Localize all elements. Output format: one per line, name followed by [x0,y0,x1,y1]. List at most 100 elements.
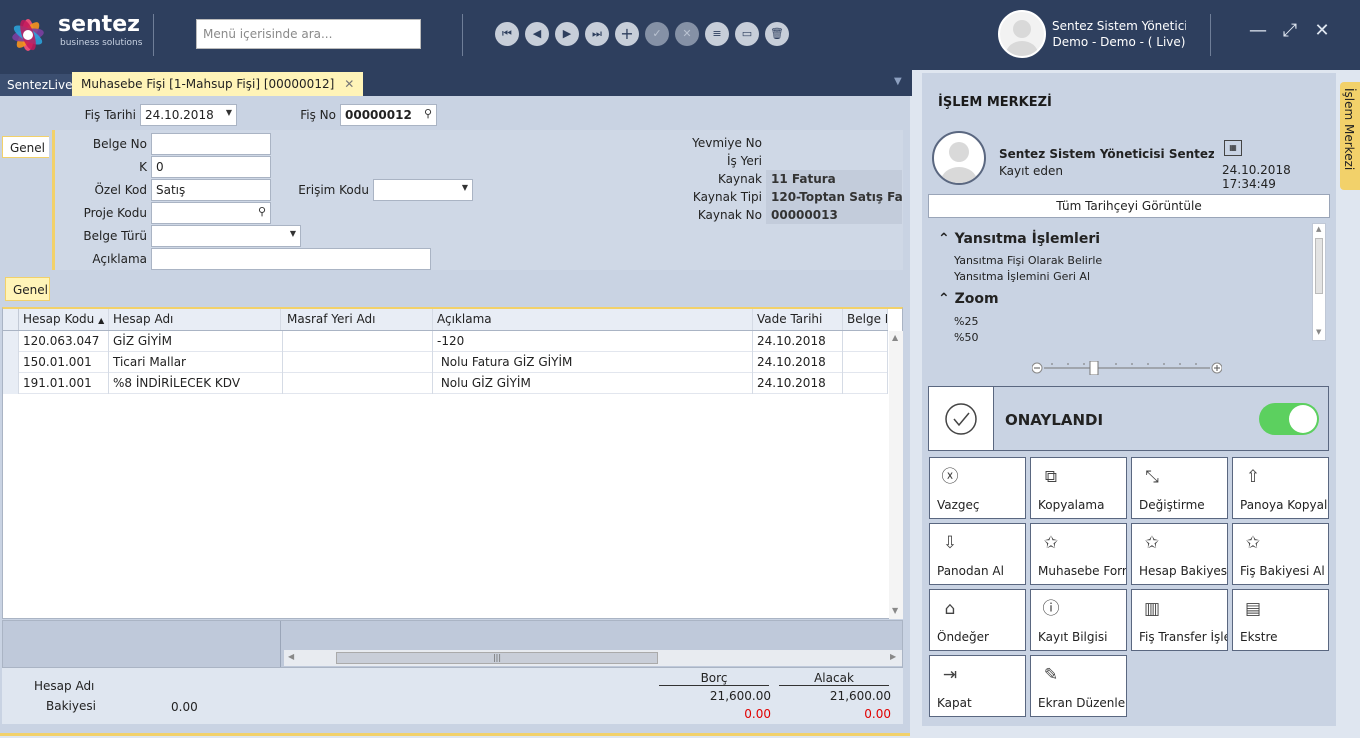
yansitma-section-header[interactable]: ⌃ Yansıtma İşlemleri [938,231,1100,247]
action-tile-fis-transfer[interactable]: ▥ Fiş Transfer İşlemleri [1131,589,1228,651]
view-full-history-button[interactable]: Tüm Tarihçeyi Görüntüle [928,194,1330,218]
cell-vade-tarihi[interactable]: 24.10.2018 [753,331,843,352]
action-tile-ekran-duzenle[interactable]: ✎ Ekran Düzenle [1030,655,1127,717]
previous-record-icon[interactable]: ◀ [525,22,549,46]
action-tile-ondeger[interactable]: ⌂ Öndeğer [929,589,1026,651]
scroll-down-icon[interactable]: ▼ [1316,328,1321,336]
add-icon[interactable]: + [615,22,639,46]
cell-masraf-yeri-adi[interactable] [283,331,433,352]
cell-hesap-adi[interactable]: %8 İNDİRİLECEK KDV [109,373,283,394]
fis-tarihi-date-field[interactable]: 24.10.2018 ▼ [140,104,237,126]
tab-sentezlive[interactable]: SentezLive [0,74,80,96]
cell-hesap-kodu[interactable]: 191.01.001 [19,373,109,394]
islem-merkezi-side-tab[interactable]: İşlem Merkezi [1340,82,1360,190]
action-tile-kayit-bilgisi[interactable]: ⓘ Kayıt Bilgisi [1030,589,1127,651]
close-window-icon[interactable]: ✕ [1310,20,1334,41]
zoom-section-header[interactable]: ⌃ Zoom [938,291,999,307]
scroll-thumb[interactable]: ||| [336,652,658,664]
grid-vertical-scrollbar[interactable]: ▲ ▼ [889,331,903,619]
cell-aciklama[interactable]: Nolu Fatura GİZ GİYİM [433,352,753,373]
tab-dropdown-icon[interactable]: ▼ [894,76,902,87]
scroll-up-icon[interactable]: ▲ [1316,225,1321,233]
aciklama-field[interactable] [151,248,431,270]
accordion-scrollbar[interactable]: ▲ ▼ [1312,223,1326,341]
column-header-hesap-kodu[interactable]: Hesap Kodu ▲ [19,309,109,330]
action-tile-muhasebe-formu[interactable]: ✩ Muhasebe Formu [1030,523,1127,585]
cell-vade-tarihi[interactable]: 24.10.2018 [753,352,843,373]
column-header-belge-no[interactable]: Belge No [843,309,888,330]
action-tile-fis-bakiyesi[interactable]: ✩ Fiş Bakiyesi Al [1232,523,1329,585]
column-header-vade-tarihi[interactable]: Vade Tarihi [753,309,843,330]
user-avatar[interactable] [998,10,1046,58]
maximize-icon[interactable]: ⤢ [1278,20,1302,41]
row-indicator[interactable] [3,331,19,352]
table-row[interactable]: 120.063.047 GİZ GİYİM -120 24.10.2018 [3,331,888,352]
cell-hesap-adi[interactable]: Ticari Mallar [109,352,283,373]
column-header-hesap-adi[interactable]: Hesap Adı [109,309,281,330]
yansitma-action-set[interactable]: Yansıtma Fişi Olarak Belirle [954,254,1102,267]
zoom-slider[interactable] [1031,360,1223,376]
card-icon[interactable]: ▭ [735,22,759,46]
cell-belge-no[interactable] [843,331,888,352]
ozel-kod-field[interactable]: Satış [151,179,271,201]
zoom-option-50[interactable]: %50 [954,331,978,341]
belge-turu-select[interactable]: ▼ [151,225,301,247]
grid-genel-tab[interactable]: Genel [5,277,50,301]
cell-aciklama[interactable]: -120 [433,331,753,352]
table-row[interactable]: 191.01.001 %8 İNDİRİLECEK KDV Nolu GİZ G… [3,373,888,394]
scroll-right-icon[interactable]: ▶ [890,652,896,661]
cell-hesap-adi[interactable]: GİZ GİYİM [109,331,283,352]
dropdown-arrow-icon[interactable]: ▼ [290,229,296,238]
action-tile-degistirme[interactable]: ⤡ Değiştirme [1131,457,1228,519]
collapse-chevron-icon[interactable]: ⌃ [938,291,950,307]
lookup-search-icon[interactable]: ⚲ [258,205,266,218]
next-record-icon[interactable]: ▶ [555,22,579,46]
cell-belge-no[interactable] [843,352,888,373]
menu-search-input[interactable]: Menü içerisinde ara... [196,19,421,49]
k-field[interactable]: 0 [151,156,271,178]
action-tile-vazgec[interactable]: ⓧ Vazgeç [929,457,1026,519]
cell-hesap-kodu[interactable]: 150.01.001 [19,352,109,373]
row-indicator[interactable] [3,352,19,373]
cell-vade-tarihi[interactable]: 24.10.2018 [753,373,843,394]
yansitma-action-undo[interactable]: Yansıtma İşlemini Geri Al [954,270,1090,283]
erisim-kodu-select[interactable]: ▼ [373,179,473,201]
row-indicator[interactable] [3,373,19,394]
cell-masraf-yeri-adi[interactable] [283,352,433,373]
cell-aciklama[interactable]: Nolu GİZ GİYİM [433,373,753,394]
first-record-icon[interactable]: ⏮ [495,22,519,46]
table-row[interactable]: 150.01.001 Ticari Mallar Nolu Fatura GİZ… [3,352,888,373]
cell-belge-no[interactable] [843,373,888,394]
lookup-search-icon[interactable]: ⚲ [424,107,432,120]
belge-no-field[interactable] [151,133,271,155]
scroll-down-icon[interactable]: ▼ [892,606,898,615]
action-tile-hesap-bakiyesi[interactable]: ✩ Hesap Bakiyesi [1131,523,1228,585]
cell-hesap-kodu[interactable]: 120.063.047 [19,331,109,352]
close-tab-icon[interactable]: ✕ [344,77,354,91]
dropdown-arrow-icon[interactable]: ▼ [226,108,232,117]
grid-horizontal-scrollbar[interactable]: ◀ ||| ▶ [284,650,902,666]
column-header-masraf-yeri-adi[interactable]: Masraf Yeri Adı [283,309,433,330]
action-tile-panodan-al[interactable]: ⇩ Panodan Al [929,523,1026,585]
last-record-icon[interactable]: ⏭ [585,22,609,46]
dropdown-arrow-icon[interactable]: ▼ [462,183,468,192]
action-tile-ekstre[interactable]: ▤ Ekstre [1232,589,1329,651]
action-tile-panoya-kopyala[interactable]: ⇧ Panoya Kopyala [1232,457,1329,519]
action-tile-kopyalama[interactable]: ⧉ Kopyalama [1030,457,1127,519]
proje-kodu-field[interactable]: ⚲ [151,202,271,224]
action-tile-kapat[interactable]: ⇥ Kapat [929,655,1026,717]
scroll-thumb[interactable] [1315,238,1323,294]
save-check-icon[interactable]: ✓ [645,22,669,46]
column-header-aciklama[interactable]: Açıklama [433,309,753,330]
fis-no-field[interactable]: 00000012 ⚲ [340,104,437,126]
zoom-option-25[interactable]: %25 [954,315,978,328]
scroll-up-icon[interactable]: ▲ [892,333,898,342]
trash-icon[interactable]: 🗑 [765,22,789,46]
approval-toggle[interactable] [1259,403,1319,435]
collapse-chevron-icon[interactable]: ⌃ [938,231,950,247]
cancel-icon[interactable]: ✕ [675,22,699,46]
list-icon[interactable]: ≡ [705,22,729,46]
minimize-icon[interactable]: — [1246,20,1270,41]
scroll-left-icon[interactable]: ◀ [288,652,294,661]
tab-muhasebe-fisi[interactable]: Muhasebe Fişi [1-Mahsup Fişi] [00000012]… [72,72,364,96]
